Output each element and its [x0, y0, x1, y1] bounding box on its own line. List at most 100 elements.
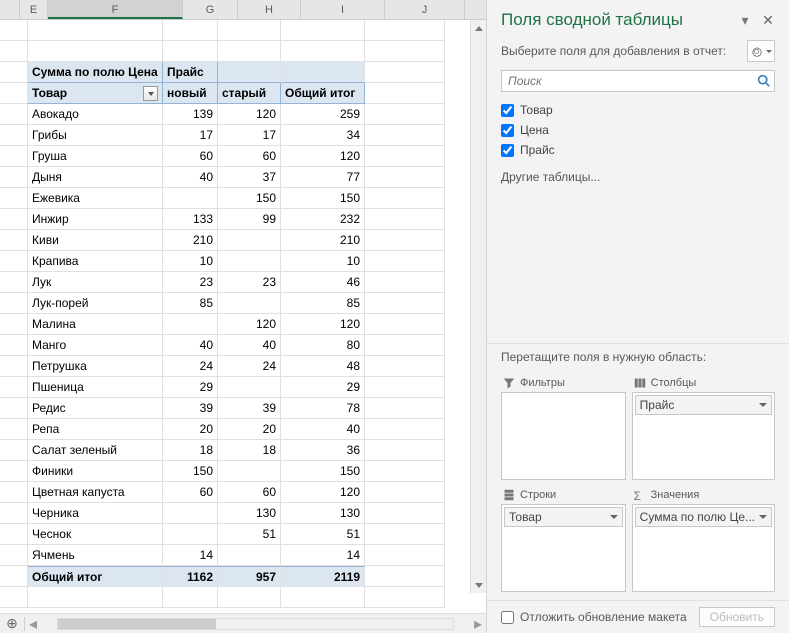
table-row[interactable]: Малина120120: [0, 314, 486, 335]
table-row[interactable]: Ячмень1414: [0, 545, 486, 566]
area-pill[interactable]: Сумма по полю Це...: [635, 507, 772, 527]
column-header-G[interactable]: G: [183, 0, 238, 19]
table-row[interactable]: Петрушка242448: [0, 356, 486, 377]
row-label[interactable]: Цветная капуста: [28, 482, 163, 503]
grand-total-col[interactable]: Общий итог: [281, 83, 365, 104]
table-row[interactable]: Цветная капуста6060120: [0, 482, 486, 503]
table-row[interactable]: Дыня403777: [0, 167, 486, 188]
column-header-I[interactable]: I: [301, 0, 385, 19]
table-row[interactable]: [0, 587, 486, 608]
column-header-J[interactable]: J: [385, 0, 465, 19]
table-row[interactable]: Манго404080: [0, 335, 486, 356]
field-checkbox[interactable]: [501, 144, 514, 157]
pivot-row-field[interactable]: Товар: [28, 83, 163, 104]
scroll-down-button[interactable]: [471, 577, 486, 593]
table-row[interactable]: Салат зеленый181836: [0, 440, 486, 461]
pane-title: Поля сводной таблицы: [501, 10, 737, 30]
pane-prompt: Выберите поля для добавления в отчет:: [501, 44, 747, 58]
table-row[interactable]: Чеснок5151: [0, 524, 486, 545]
column-header-E[interactable]: E: [20, 0, 48, 19]
row-label[interactable]: Черника: [28, 503, 163, 524]
row-label[interactable]: Инжир: [28, 209, 163, 230]
row-label[interactable]: Чеснок: [28, 524, 163, 545]
table-row[interactable]: ТоварновыйстарыйОбщий итог: [0, 83, 486, 104]
row-label[interactable]: Авокадо: [28, 104, 163, 125]
column-header-F[interactable]: F: [48, 0, 183, 19]
field-item-Цена[interactable]: Цена: [501, 120, 775, 140]
table-row[interactable]: Лук-порей8585: [0, 293, 486, 314]
column-header-H[interactable]: H: [238, 0, 301, 19]
column-header-row: EFGHIJ: [0, 0, 486, 20]
table-row[interactable]: Финики150150: [0, 461, 486, 482]
table-row[interactable]: Киви210210: [0, 230, 486, 251]
scroll-up-button[interactable]: [471, 20, 486, 36]
col-value-1[interactable]: старый: [218, 83, 281, 104]
table-row[interactable]: Инжир13399232: [0, 209, 486, 230]
table-row[interactable]: Общий итог11629572119: [0, 566, 486, 587]
row-label[interactable]: Крапива: [28, 251, 163, 272]
table-row[interactable]: Крапива1010: [0, 251, 486, 272]
table-row[interactable]: Черника130130: [0, 503, 486, 524]
row-label[interactable]: Петрушка: [28, 356, 163, 377]
table-row[interactable]: [0, 41, 486, 62]
table-row[interactable]: Грибы171734: [0, 125, 486, 146]
table-row[interactable]: Пшеница2929: [0, 377, 486, 398]
row-label[interactable]: Киви: [28, 230, 163, 251]
hscroll-track[interactable]: [57, 618, 454, 630]
row-label[interactable]: Малина: [28, 314, 163, 335]
pivot-values-label[interactable]: Сумма по полю Цена: [28, 62, 163, 83]
field-checkbox[interactable]: [501, 124, 514, 137]
row-label[interactable]: Лук: [28, 272, 163, 293]
table-row[interactable]: Лук232346: [0, 272, 486, 293]
grid-body[interactable]: Сумма по полю ЦенаПрайсТоварновыйстарыйО…: [0, 20, 486, 613]
field-item-Товар[interactable]: Товар: [501, 100, 775, 120]
pane-tools-button[interactable]: [747, 40, 775, 62]
col-value-0[interactable]: новый: [163, 83, 218, 104]
row-label[interactable]: Ежевика: [28, 188, 163, 209]
hscroll-thumb[interactable]: [58, 619, 216, 629]
row-label[interactable]: Манго: [28, 335, 163, 356]
table-row[interactable]: Ежевика150150: [0, 188, 486, 209]
values-well[interactable]: Сумма по полю Це...: [632, 504, 775, 592]
row-label[interactable]: Репа: [28, 419, 163, 440]
row-label[interactable]: Дыня: [28, 167, 163, 188]
filters-well[interactable]: [501, 392, 626, 480]
pivot-col-field[interactable]: Прайс: [163, 62, 218, 83]
update-button[interactable]: Обновить: [699, 607, 775, 627]
table-row[interactable]: Сумма по полю ЦенаПрайс: [0, 62, 486, 83]
select-all-corner[interactable]: [0, 0, 20, 19]
row-field-filter-button[interactable]: [143, 86, 158, 101]
table-row[interactable]: [0, 20, 486, 41]
field-search-input[interactable]: [501, 70, 775, 92]
area-pill[interactable]: Прайс: [635, 395, 772, 415]
area-rows: Строки Товар: [501, 486, 626, 592]
row-label[interactable]: Финики: [28, 461, 163, 482]
field-checkbox[interactable]: [501, 104, 514, 117]
area-pill[interactable]: Товар: [504, 507, 623, 527]
defer-update-checkbox[interactable]: Отложить обновление макета: [501, 610, 699, 624]
sigma-icon: Σ: [634, 489, 646, 501]
grand-total-row[interactable]: Общий итог: [28, 566, 163, 587]
table-row[interactable]: Репа202040: [0, 419, 486, 440]
area-columns: Столбцы Прайс: [632, 374, 775, 480]
columns-well[interactable]: Прайс: [632, 392, 775, 480]
row-label[interactable]: Пшеница: [28, 377, 163, 398]
row-label[interactable]: Редис: [28, 398, 163, 419]
table-row[interactable]: Авокадо139120259: [0, 104, 486, 125]
horizontal-scrollbar[interactable]: ⊕ ◂ ▸: [0, 613, 486, 633]
other-tables-link[interactable]: Другие таблицы...: [501, 170, 775, 184]
table-row[interactable]: Редис393978: [0, 398, 486, 419]
pane-close-button[interactable]: ✕: [759, 12, 777, 29]
row-label[interactable]: Салат зеленый: [28, 440, 163, 461]
vertical-scrollbar[interactable]: [470, 20, 486, 593]
row-label[interactable]: Лук-порей: [28, 293, 163, 314]
row-label[interactable]: Грибы: [28, 125, 163, 146]
search-icon: [757, 74, 770, 87]
add-sheet-button[interactable]: ⊕: [0, 614, 24, 634]
rows-well[interactable]: Товар: [501, 504, 626, 592]
row-label[interactable]: Ячмень: [28, 545, 163, 566]
pane-menu-button[interactable]: ▾: [737, 12, 753, 29]
table-row[interactable]: Груша6060120: [0, 146, 486, 167]
row-label[interactable]: Груша: [28, 146, 163, 167]
field-item-Прайс[interactable]: Прайс: [501, 140, 775, 160]
